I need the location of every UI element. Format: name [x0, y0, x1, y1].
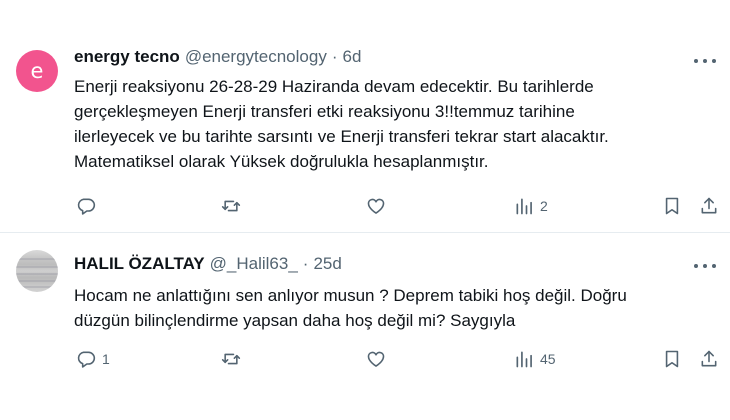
- separator-dot: ·: [331, 47, 338, 66]
- author-handle[interactable]: @energytecnology: [185, 47, 327, 67]
- heart-icon: [367, 351, 385, 367]
- reply-count: 1: [102, 351, 110, 367]
- like-button[interactable]: [366, 347, 392, 371]
- more-options-icon[interactable]: [694, 54, 716, 68]
- author-name[interactable]: HALIL ÖZALTAY: [74, 254, 205, 274]
- reply-icon: [77, 351, 96, 368]
- tweet-text-line: Enerji reaksiyonu 26-28-29 Haziranda dev…: [74, 77, 594, 96]
- author-handle[interactable]: @_Halil63_: [210, 254, 298, 274]
- bookmark-icon: [665, 197, 679, 215]
- views-icon: [516, 198, 532, 215]
- tweet-text: Hocam ne anlattığını sen anlıyor musun ?…: [74, 283, 714, 333]
- reply-button[interactable]: [76, 194, 102, 218]
- tweet-header: energy tecno @energytecnology · 6d: [74, 47, 361, 67]
- repost-icon: [221, 200, 241, 212]
- repost-icon: [221, 353, 241, 365]
- share-icon: [701, 350, 717, 367]
- timestamp[interactable]: 25d: [313, 254, 341, 274]
- tweet-text-line: gerçekleşmeyen Enerji transferi etki rea…: [74, 102, 575, 121]
- tweet-text-line: Matematiksel olarak Yüksek doğrulukla he…: [74, 152, 489, 171]
- tweet-text-line: Hocam ne anlattığını sen anlıyor musun ?…: [74, 286, 627, 305]
- timestamp[interactable]: 6d: [343, 47, 362, 67]
- avatar[interactable]: [16, 250, 58, 292]
- repost-button[interactable]: [221, 194, 247, 218]
- tweet-actions: 1 45: [74, 347, 724, 371]
- views-button[interactable]: 45: [514, 347, 556, 371]
- reply-button[interactable]: 1: [76, 347, 110, 371]
- tweet-actions: 2: [74, 194, 724, 218]
- avatar[interactable]: e: [16, 50, 58, 92]
- views-count: 45: [540, 351, 556, 367]
- share-button[interactable]: [699, 347, 719, 371]
- bookmark-button[interactable]: [662, 347, 682, 371]
- tweet-text-line: düzgün bilinçlendirme yapsan daha hoş de…: [74, 311, 516, 330]
- bookmark-icon: [665, 350, 679, 368]
- tweet-text-line: ilerleyecek ve bu tarihte sarsıntı ve En…: [74, 127, 609, 146]
- tweet-text: Enerji reaksiyonu 26-28-29 Haziranda dev…: [74, 74, 714, 174]
- heart-icon: [367, 198, 385, 214]
- tweet-energy-tecno[interactable]: e energy tecno @energytecnology · 6d Ene…: [0, 0, 730, 232]
- like-button[interactable]: [366, 194, 392, 218]
- share-icon: [701, 197, 717, 214]
- reply-icon: [77, 198, 96, 215]
- more-options-icon[interactable]: [694, 259, 716, 273]
- views-icon: [516, 351, 532, 368]
- tweet-halil-ozaltay[interactable]: HALIL ÖZALTAY @_Halil63_ · 25d Hocam ne …: [0, 233, 730, 420]
- share-button[interactable]: [699, 194, 719, 218]
- bookmark-button[interactable]: [662, 194, 682, 218]
- views-count: 2: [540, 198, 548, 214]
- views-button[interactable]: 2: [514, 194, 548, 218]
- separator-dot: ·: [302, 254, 309, 273]
- tweet-header: HALIL ÖZALTAY @_Halil63_ · 25d: [74, 254, 342, 274]
- repost-button[interactable]: [221, 347, 247, 371]
- author-name[interactable]: energy tecno: [74, 47, 180, 67]
